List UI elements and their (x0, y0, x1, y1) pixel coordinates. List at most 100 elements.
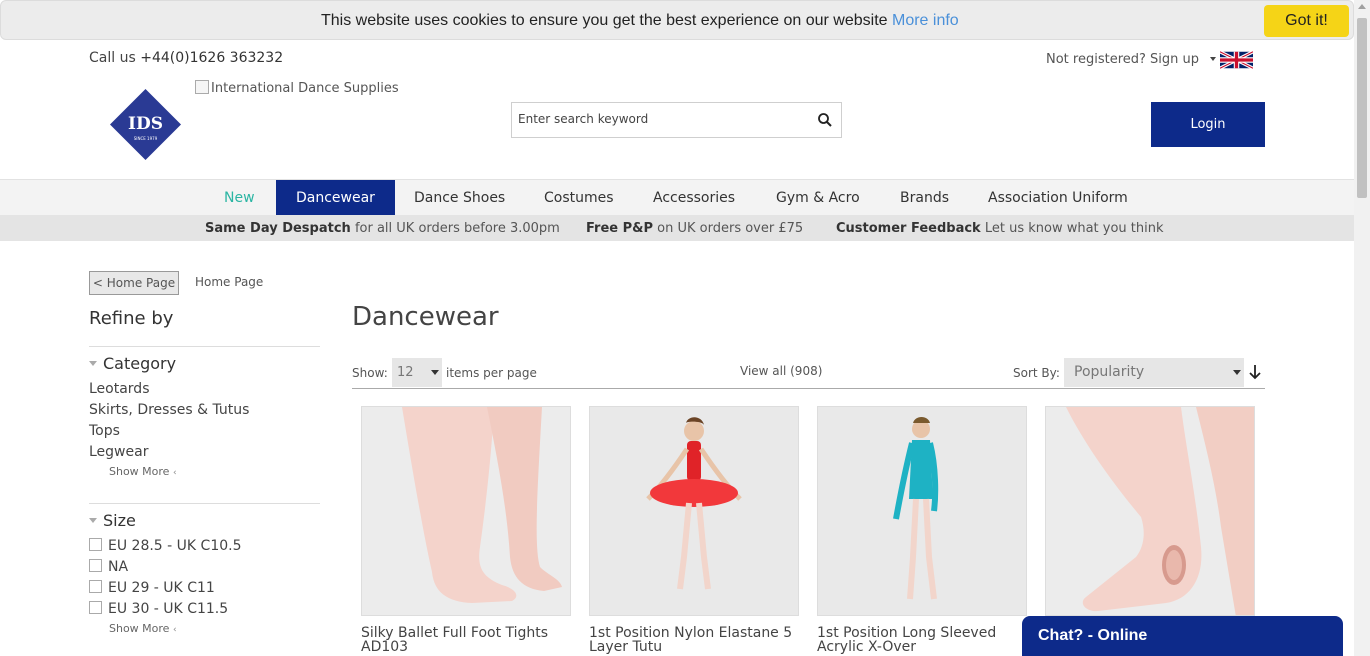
promo-bar: Same Day Despatch for all UK orders befo… (0, 215, 1354, 241)
main-nav: New Dancewear Dance Shoes Costumes Acces… (0, 179, 1354, 216)
nav-item-new[interactable]: New (224, 180, 255, 216)
product-card[interactable]: 1st Position Nylon Elastane 5 Layer Tutu (589, 406, 799, 654)
promo-feedback-title: Customer Feedback (836, 221, 981, 236)
divider (89, 346, 320, 347)
tutu-dancer-image (590, 407, 798, 615)
product-image[interactable] (1045, 406, 1255, 616)
ids-logo[interactable]: IDS SINCE 1979 (109, 88, 182, 161)
logo-alt-text: International Dance Supplies (211, 81, 399, 96)
category-legwear[interactable]: Legwear (89, 444, 148, 460)
promo-free-pp: Free P&P on UK orders over £75 (586, 221, 803, 236)
back-home-button[interactable]: < Home Page (89, 271, 179, 295)
breadcrumb[interactable]: Home Page (195, 275, 263, 289)
size-option[interactable]: EU 28.5 - UK C10.5 (89, 538, 242, 554)
sort-direction-icon[interactable] (1248, 364, 1262, 380)
size-label: EU 30 - UK C11.5 (108, 601, 229, 617)
category-leotards[interactable]: Leotards (89, 381, 150, 397)
size-label: EU 28.5 - UK C10.5 (108, 538, 242, 554)
promo-feedback-text: Let us know what you think (984, 221, 1164, 236)
refine-by-heading: Refine by (89, 308, 174, 329)
uk-flag-icon[interactable] (1220, 51, 1253, 69)
size-label: EU 29 - UK C11 (108, 580, 215, 596)
collapse-triangle-icon (89, 361, 97, 366)
size-checkbox[interactable] (89, 559, 102, 572)
size-checkbox[interactable] (89, 538, 102, 551)
category-skirts-dresses-tutus[interactable]: Skirts, Dresses & Tutus (89, 402, 249, 418)
login-button[interactable]: Login (1151, 102, 1265, 147)
divider (89, 503, 320, 504)
sort-select[interactable]: Popularity (1064, 358, 1244, 387)
search-icon[interactable] (817, 112, 833, 128)
chat-widget[interactable]: Chat? - Online (1022, 616, 1343, 656)
sort-value: Popularity (1074, 364, 1145, 380)
promo-despatch-title: Same Day Despatch (205, 221, 351, 236)
broken-image-icon (195, 80, 209, 94)
product-image[interactable] (361, 406, 571, 616)
language-caret-icon[interactable] (1210, 57, 1216, 61)
show-more-label: Show More (109, 465, 170, 478)
search-input[interactable] (518, 112, 798, 126)
show-label: Show: (352, 366, 388, 380)
size-checkbox[interactable] (89, 580, 102, 593)
cookie-text: This website uses cookies to ensure you … (321, 12, 888, 29)
nav-item-accessories[interactable]: Accessories (653, 180, 735, 216)
per-page-value: 12 (397, 365, 414, 380)
page-title: Dancewear (352, 302, 499, 332)
nav-item-costumes[interactable]: Costumes (544, 180, 614, 216)
product-card[interactable]: 1st Position Long Sleeved Acrylic X-Over (817, 406, 1027, 654)
logo-text: IDS (128, 114, 163, 134)
product-name[interactable]: Silky Ballet Full Foot Tights AD103 (361, 626, 571, 654)
category-show-more[interactable]: Show More ‹ (109, 465, 177, 478)
collapse-triangle-icon (89, 518, 97, 523)
search-box (511, 102, 842, 138)
size-facet-title: Size (103, 511, 136, 530)
product-image[interactable] (589, 406, 799, 616)
nav-item-brands[interactable]: Brands (900, 180, 949, 216)
cookie-message: This website uses cookies to ensure you … (321, 12, 959, 30)
cookie-banner: This website uses cookies to ensure you … (0, 0, 1354, 40)
product-card[interactable]: Silky Ballet Full Foot Tights AD103 (361, 406, 571, 654)
tights-legs-image (362, 407, 570, 615)
nav-item-dancewear[interactable]: Dancewear (276, 180, 395, 216)
accept-cookies-button[interactable]: Got it! (1264, 5, 1349, 37)
nav-item-dance-shoes[interactable]: Dance Shoes (414, 180, 505, 216)
size-facet-toggle[interactable]: Size (89, 511, 136, 530)
nav-item-association-uniform[interactable]: Association Uniform (988, 180, 1128, 216)
category-tops[interactable]: Tops (89, 423, 120, 439)
size-checkbox[interactable] (89, 601, 102, 614)
page-scrollbar[interactable] (1354, 0, 1370, 656)
call-us-label: Call us (89, 50, 136, 66)
promo-free-pp-title: Free P&P (586, 221, 654, 236)
size-option[interactable]: EU 29 - UK C11 (89, 580, 215, 596)
phone-number[interactable]: +44(0)1626 363232 (140, 50, 283, 66)
signup-link[interactable]: Not registered? Sign up (1046, 52, 1199, 67)
chevron-left-icon: ‹ (172, 625, 177, 635)
nav-item-gym-acro[interactable]: Gym & Acro (776, 180, 860, 216)
category-facet-toggle[interactable]: Category (89, 354, 176, 373)
call-us: Call us +44(0)1626 363232 (89, 50, 283, 66)
product-name[interactable]: 1st Position Long Sleeved Acrylic X-Over (817, 626, 1027, 654)
chevron-left-icon: ‹ (172, 468, 177, 478)
product-name[interactable]: 1st Position Nylon Elastane 5 Layer Tutu (589, 626, 799, 654)
product-image[interactable] (817, 406, 1027, 616)
convertible-tights-image (1046, 407, 1254, 615)
size-option[interactable]: NA (89, 559, 128, 575)
toolbar-divider (352, 388, 1265, 389)
more-info-link[interactable]: More info (892, 12, 959, 29)
category-facet-title: Category (103, 354, 177, 373)
promo-feedback[interactable]: Customer Feedback Let us know what you t… (836, 221, 1164, 236)
chevron-down-icon (431, 370, 439, 375)
product-card[interactable] (1045, 406, 1255, 626)
size-show-more[interactable]: Show More ‹ (109, 622, 177, 635)
size-option[interactable]: EU 30 - UK C11.5 (89, 601, 228, 617)
chevron-down-icon (1233, 370, 1241, 375)
items-per-page-select[interactable]: 12 (392, 358, 442, 387)
scroll-up-icon[interactable] (1358, 4, 1366, 9)
size-label: NA (108, 559, 129, 575)
promo-despatch: Same Day Despatch for all UK orders befo… (205, 221, 560, 236)
logo-image-broken[interactable]: International Dance Supplies (195, 80, 399, 96)
sort-label: Sort By: (1013, 366, 1060, 380)
items-per-page-label: items per page (446, 366, 537, 380)
scroll-thumb[interactable] (1357, 18, 1367, 198)
view-all-link[interactable]: View all (908) (740, 364, 822, 378)
